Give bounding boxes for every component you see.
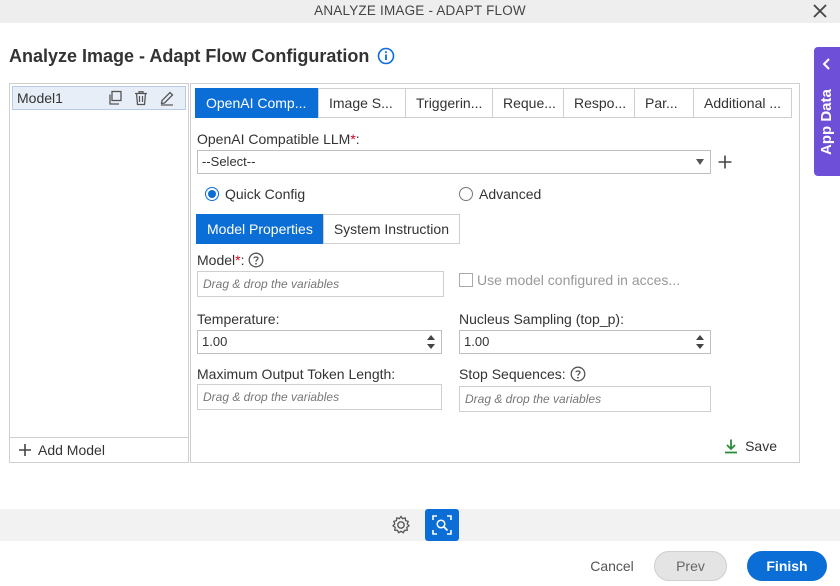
add-llm-plus-icon[interactable] bbox=[717, 154, 733, 170]
tab-system-instruction[interactable]: System Instruction bbox=[322, 214, 460, 244]
config-tabs: OpenAI Comp... Image S... Triggerin... R… bbox=[195, 88, 792, 118]
model-input[interactable]: Drag & drop the variables bbox=[197, 271, 444, 297]
tab-image-source[interactable]: Image S... bbox=[318, 88, 406, 118]
page-title: Analyze Image - Adapt Flow Configuration bbox=[9, 45, 370, 66]
top-p-input[interactable]: 1.00 bbox=[459, 330, 711, 354]
stop-label-text: Stop Sequences: bbox=[459, 366, 566, 382]
app-data-label: App Data bbox=[818, 89, 835, 155]
quick-config-label: Quick Config bbox=[225, 186, 306, 202]
page-heading: Analyze Image - Adapt Flow Configuration bbox=[9, 45, 395, 67]
tab-model-properties[interactable]: Model Properties bbox=[196, 214, 324, 244]
help-icon[interactable] bbox=[248, 252, 264, 268]
top-p-value: 1.00 bbox=[464, 334, 490, 349]
advanced-radio[interactable]: Advanced bbox=[459, 186, 541, 202]
add-model-label: Add Model bbox=[38, 442, 105, 458]
save-button[interactable]: Save bbox=[723, 438, 777, 454]
llm-label-text: OpenAI Compatible LLM bbox=[197, 131, 351, 147]
copy-icon[interactable] bbox=[107, 90, 123, 106]
tab-additional[interactable]: Additional ... bbox=[693, 88, 792, 118]
add-model-button[interactable]: Add Model bbox=[10, 437, 188, 462]
checkbox-box bbox=[459, 273, 473, 287]
llm-select[interactable]: --Select-- bbox=[197, 150, 711, 174]
temperature-label: Temperature: bbox=[197, 311, 280, 327]
tab-response[interactable]: Respo... bbox=[563, 88, 635, 118]
model-label-text: Model bbox=[197, 252, 236, 268]
spinner-icon[interactable] bbox=[696, 334, 704, 350]
caret-down-icon bbox=[696, 159, 704, 165]
top-p-label: Nucleus Sampling (top_p): bbox=[459, 311, 624, 327]
image-analysis-button[interactable] bbox=[425, 509, 459, 541]
finish-button[interactable]: Finish bbox=[747, 551, 827, 581]
temperature-input[interactable]: 1.00 bbox=[197, 330, 442, 354]
max-tokens-input[interactable]: Drag & drop the variables bbox=[197, 384, 442, 410]
model-label-suffix: : bbox=[240, 252, 245, 268]
help-icon[interactable] bbox=[570, 366, 586, 382]
advanced-label: Advanced bbox=[479, 186, 542, 202]
tab-parameters[interactable]: Par... bbox=[634, 88, 694, 118]
llm-label-suffix: : bbox=[355, 131, 360, 147]
save-label: Save bbox=[745, 438, 777, 454]
config-panel: OpenAI Comp... Image S... Triggerin... R… bbox=[190, 83, 800, 463]
model-field-label: Model*: bbox=[197, 252, 264, 268]
plus-icon bbox=[19, 444, 31, 456]
radio-selected-icon bbox=[205, 187, 219, 201]
edit-icon[interactable] bbox=[159, 90, 175, 106]
radio-unselected-icon bbox=[459, 187, 473, 201]
model-name: Model1 bbox=[17, 90, 63, 106]
cancel-button[interactable]: Cancel bbox=[583, 551, 641, 581]
chevron-left-icon bbox=[822, 58, 830, 70]
delete-icon[interactable] bbox=[133, 90, 149, 106]
max-tokens-label: Maximum Output Token Length: bbox=[197, 366, 396, 382]
close-icon[interactable] bbox=[810, 1, 830, 21]
window-title: ANALYZE IMAGE - ADAPT FLOW bbox=[314, 3, 526, 18]
prev-button[interactable]: Prev bbox=[654, 551, 727, 581]
tab-openai-compatible[interactable]: OpenAI Comp... bbox=[195, 88, 319, 118]
stop-sequences-input[interactable]: Drag & drop the variables bbox=[459, 386, 711, 412]
model-list-item[interactable]: Model1 bbox=[12, 86, 186, 110]
stop-sequences-label: Stop Sequences: bbox=[459, 366, 586, 382]
llm-label: OpenAI Compatible LLM*: bbox=[197, 131, 360, 147]
download-icon bbox=[725, 439, 738, 454]
temperature-value: 1.00 bbox=[202, 334, 228, 349]
tab-request[interactable]: Reque... bbox=[492, 88, 564, 118]
config-subtabs: Model Properties System Instruction bbox=[196, 214, 460, 244]
window-titlebar: ANALYZE IMAGE - ADAPT FLOW bbox=[0, 0, 840, 23]
use-model-checkbox[interactable]: Use model configured in acces... bbox=[459, 272, 680, 288]
bottom-toolbar bbox=[0, 509, 840, 541]
tab-triggering[interactable]: Triggerin... bbox=[405, 88, 493, 118]
spinner-icon[interactable] bbox=[427, 334, 435, 350]
app-data-tab[interactable]: App Data bbox=[814, 47, 840, 176]
models-panel: Model1 Add Model bbox=[9, 83, 189, 463]
llm-select-value: --Select-- bbox=[202, 154, 256, 169]
image-scan-icon bbox=[432, 515, 452, 535]
quick-config-radio[interactable]: Quick Config bbox=[205, 186, 305, 202]
use-model-label: Use model configured in acces... bbox=[477, 272, 681, 288]
info-icon[interactable] bbox=[377, 47, 395, 65]
gear-icon[interactable] bbox=[390, 514, 412, 536]
